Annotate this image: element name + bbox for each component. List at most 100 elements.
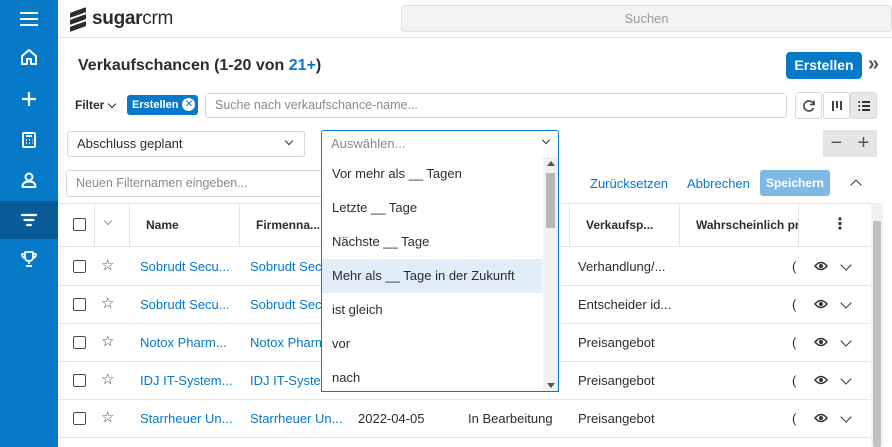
status-cell: In Bearbeitung [468, 411, 553, 426]
scroll-down-arrow-icon[interactable] [547, 383, 555, 388]
dropdown-scrollbar-thumb[interactable] [546, 173, 555, 228]
chevron-down-icon[interactable] [840, 297, 852, 309]
eye-icon[interactable] [814, 336, 828, 348]
add-filter-row-button[interactable]: + [850, 130, 877, 157]
sidebar-item-contacts[interactable] [0, 161, 58, 199]
plus-icon [22, 92, 36, 106]
chevron-down-icon[interactable] [840, 411, 852, 423]
sugarcrm-logo-icon [70, 7, 88, 32]
dropdown-scrollbar[interactable] [543, 157, 558, 391]
chevron-down-icon[interactable] [840, 259, 852, 271]
chevron-down-icon[interactable] [103, 216, 113, 226]
opportunity-name-link[interactable]: Starrheuer Un... [140, 400, 235, 437]
page-title: Verkaufschancen (1-20 von 21+) [78, 57, 322, 74]
row-checkbox[interactable] [73, 374, 86, 387]
collapse-panel-icon[interactable]: » [868, 53, 879, 76]
save-button[interactable]: Speichern [760, 170, 830, 196]
close-date-cell: 2022-04-05 [358, 411, 425, 426]
eye-icon[interactable] [814, 298, 828, 310]
create-button[interactable]: Erstellen [786, 52, 862, 79]
eye-icon[interactable] [814, 374, 828, 386]
global-search-input[interactable]: Suchen [401, 5, 892, 32]
main-content: Verkaufschancen (1-20 von 21+) Erstellen… [58, 38, 892, 447]
star-icon[interactable]: ☆ [101, 334, 114, 350]
eye-icon[interactable] [814, 260, 828, 272]
dropdown-option[interactable]: vor [322, 327, 542, 361]
chevron-up-icon[interactable] [850, 179, 862, 191]
logo-text: sugarcrm [92, 8, 174, 29]
select-all-checkbox[interactable] [73, 218, 86, 231]
company-name-link[interactable]: Starrheuer Un... [250, 400, 345, 437]
calculator-icon [22, 132, 36, 148]
dropdown-option[interactable]: Mehr als __ Tage in der Zukunft [322, 259, 542, 293]
columns-icon [831, 100, 842, 111]
record-count-link[interactable]: 21+ [289, 57, 316, 74]
eye-icon[interactable] [814, 412, 828, 424]
list-view-button[interactable] [850, 92, 877, 119]
row-checkbox[interactable] [73, 412, 86, 425]
star-icon[interactable]: ☆ [101, 410, 114, 426]
opportunity-name-link[interactable]: Notox Pharm... [140, 324, 235, 361]
star-icon[interactable]: ☆ [101, 296, 114, 312]
row-checkbox[interactable] [73, 336, 86, 349]
star-icon[interactable]: ☆ [101, 372, 114, 388]
home-icon [21, 49, 37, 65]
table-scrollbar-thumb[interactable] [873, 221, 881, 447]
refresh-button[interactable] [795, 92, 822, 119]
opportunity-name-link[interactable]: Sobrudt Secu... [140, 286, 235, 323]
search-input[interactable]: Suche nach verkaufschance-name... [205, 93, 787, 118]
list-icon [858, 100, 870, 111]
column-header-company[interactable]: Firmenna... [256, 204, 320, 246]
close-icon[interactable]: ✕ [182, 98, 196, 111]
filter-dropdown[interactable]: Filter [75, 98, 117, 112]
sales-stage-cell: Preisangebot [578, 411, 655, 426]
sidebar [0, 38, 58, 447]
filter-field-select[interactable]: Abschluss geplant [67, 131, 305, 157]
user-icon [21, 172, 37, 188]
menu-button[interactable] [0, 0, 58, 38]
remove-filter-row-button[interactable]: − [823, 130, 850, 157]
opportunity-name-link[interactable]: Sobrudt Secu... [140, 248, 235, 285]
opportunity-name-link[interactable]: IDJ IT-System... [140, 362, 235, 399]
dropdown-option[interactable]: Letzte __ Tage [322, 191, 542, 225]
sales-stage-cell: Verhandlung/... [578, 259, 666, 274]
filter-pill[interactable]: Erstellen ✕ [127, 95, 199, 115]
probability-cell: ( [792, 259, 797, 274]
chevron-down-icon [284, 136, 294, 146]
probability-cell: ( [792, 411, 797, 426]
sales-stage-cell: Preisangebot [578, 335, 655, 350]
dropdown-option[interactable]: nach [322, 361, 542, 391]
scroll-up-arrow-icon[interactable] [547, 161, 555, 166]
table-row[interactable]: ☆ Starrheuer Un... Starrheuer Un... 2022-04… [58, 400, 870, 438]
kanban-view-button[interactable] [823, 92, 850, 119]
refresh-icon [802, 99, 815, 112]
star-icon[interactable]: ☆ [101, 258, 114, 274]
row-checkbox[interactable] [73, 298, 86, 311]
dropdown-option[interactable]: Vor mehr als __ Tagen [322, 157, 542, 191]
sales-stage-cell: Preisangebot [578, 373, 655, 388]
sidebar-item-quick-create[interactable] [0, 80, 58, 118]
cancel-button[interactable]: Abbrechen [687, 176, 750, 191]
column-header-name[interactable]: Name [146, 204, 236, 246]
row-checkbox[interactable] [73, 260, 86, 273]
sidebar-item-home[interactable] [0, 38, 58, 76]
dropdown-option[interactable]: Nächste __ Tage [322, 225, 542, 259]
sidebar-item-forecasts[interactable] [0, 240, 58, 278]
reset-button[interactable]: Zurücksetzen [590, 176, 668, 191]
sidebar-item-accounts[interactable] [0, 121, 58, 159]
more-options-icon[interactable]: ⋮ [832, 217, 848, 233]
column-header-probability[interactable]: Wahrscheinlich pro [696, 204, 798, 246]
sidebar-item-opportunities[interactable] [0, 201, 58, 239]
probability-cell: ( [792, 335, 797, 350]
filter-operator-options: Vor mehr als __ Tagen Letzte __ Tage Nächs… [321, 157, 559, 392]
logo[interactable]: sugarcrm [70, 7, 174, 32]
chevron-down-icon[interactable] [840, 373, 852, 385]
trophy-icon [21, 251, 37, 267]
dropdown-option[interactable]: ist gleich [322, 293, 542, 327]
column-header-sales-stage[interactable]: Verkaufsp... [586, 204, 662, 246]
top-bar: sugarcrm Suchen [0, 0, 892, 38]
chevron-down-icon[interactable] [840, 335, 852, 347]
filter-operator-select[interactable]: Auswählen... [321, 130, 559, 158]
sales-stage-cell: Entscheider id... [578, 297, 672, 312]
filter-name-input[interactable]: Neuen Filternamen eingeben... [66, 170, 324, 197]
